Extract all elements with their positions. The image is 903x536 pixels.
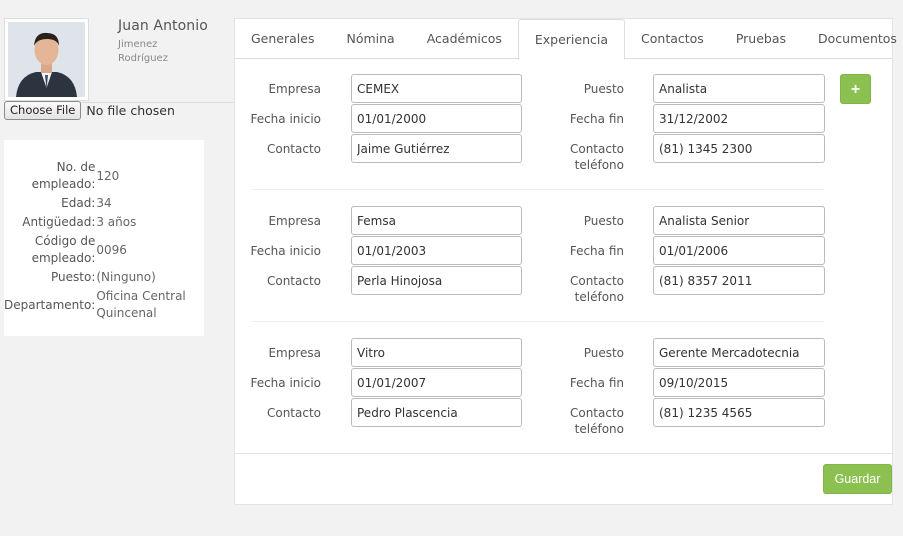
label-empresa: Empresa: [268, 82, 321, 96]
employee-info-table: No. de empleado: 120 Edad: 34 Antigüedad…: [4, 158, 204, 323]
label-puesto: Puesto: [583, 346, 624, 360]
puesto-input[interactable]: [653, 74, 825, 103]
fecha-fin-input[interactable]: [653, 236, 825, 265]
footer-divider: [235, 453, 892, 454]
info-row: No. de empleado: 120: [4, 158, 204, 194]
fecha-inicio-input[interactable]: [351, 236, 522, 265]
empresa-input[interactable]: [351, 74, 522, 103]
employee-info-card: No. de empleado: 120 Edad: 34 Antigüedad…: [4, 140, 204, 336]
info-row: Puesto: (Ninguno): [4, 268, 204, 287]
info-value: 34: [96, 196, 112, 210]
contacto-input[interactable]: [351, 134, 522, 163]
telefono-input[interactable]: [653, 266, 825, 295]
info-row: Antigüedad: 3 años: [4, 213, 204, 232]
label-contacto-telefono-line2: teléfono: [574, 422, 624, 436]
label-contacto: Contacto: [266, 142, 321, 156]
tab-academicos[interactable]: Académicos: [411, 19, 518, 59]
label-contacto-telefono-line2: teléfono: [574, 158, 624, 172]
tab-pruebas[interactable]: Pruebas: [720, 19, 802, 59]
label-contacto-telefono: Contacto teléfono: [535, 141, 624, 173]
info-value: 0096: [96, 242, 127, 257]
info-label: Puesto:: [51, 270, 96, 284]
info-label: Antigüedad:: [22, 215, 96, 229]
info-value: 3 años: [96, 215, 137, 229]
profile-surname-2: Rodríguez: [118, 53, 168, 64]
fecha-inicio-input[interactable]: [351, 368, 522, 397]
profile-name: Juan Antonio: [118, 18, 208, 34]
add-experience-button[interactable]: +: [840, 74, 871, 104]
entry-divider: [252, 189, 824, 190]
info-row: Edad: 34: [4, 194, 204, 213]
profile-name-block: Juan Antonio Jimenez Rodríguez: [118, 18, 208, 66]
tab-bar: Generales Nómina Académicos Experiencia …: [235, 19, 897, 60]
label-puesto: Puesto: [583, 214, 624, 228]
info-label: Código de empleado:: [31, 234, 96, 265]
label-fecha-fin: Fecha fin: [569, 112, 624, 126]
tab-generales[interactable]: Generales: [235, 19, 330, 59]
tab-nomina[interactable]: Nómina: [330, 19, 410, 59]
entry-divider: [252, 321, 824, 322]
label-fecha-fin: Fecha fin: [569, 244, 624, 258]
contacto-input[interactable]: [351, 266, 522, 295]
contacto-input[interactable]: [351, 398, 522, 427]
label-fecha-inicio: Fecha inicio: [250, 376, 321, 390]
fecha-fin-input[interactable]: [653, 104, 825, 133]
puesto-input[interactable]: [653, 206, 825, 235]
info-label: No. de empleado:: [31, 160, 96, 191]
label-contacto-telefono-line1: Contacto: [569, 274, 624, 288]
label-contacto-telefono: Contacto teléfono: [535, 273, 624, 305]
label-contacto-telefono-line1: Contacto: [569, 142, 624, 156]
info-value: Oficina Central Quincenal: [96, 289, 186, 320]
telefono-input[interactable]: [653, 398, 825, 427]
tab-experiencia[interactable]: Experiencia: [517, 19, 626, 60]
label-contacto: Contacto: [266, 406, 321, 420]
label-puesto: Puesto: [583, 82, 624, 96]
empresa-input[interactable]: [351, 206, 522, 235]
experience-panel: Generales Nómina Académicos Experiencia …: [234, 18, 897, 505]
puesto-input[interactable]: [653, 338, 825, 367]
info-row: Código de empleado: 0096: [4, 232, 204, 268]
file-upload: Choose File No file chosen: [4, 101, 175, 120]
info-label: Departamento:: [4, 297, 96, 312]
save-button[interactable]: Guardar: [823, 464, 892, 494]
fecha-inicio-input[interactable]: [351, 104, 522, 133]
profile-surname-1: Jimenez: [118, 39, 158, 50]
telefono-input[interactable]: [653, 134, 825, 163]
tab-documentos[interactable]: Documentos: [802, 19, 903, 59]
empresa-input[interactable]: [351, 338, 522, 367]
plus-icon: +: [850, 81, 861, 98]
label-contacto-telefono-line2: teléfono: [574, 290, 624, 304]
label-fecha-inicio: Fecha inicio: [250, 244, 321, 258]
label-fecha-fin: Fecha fin: [569, 376, 624, 390]
person-photo-icon: [8, 22, 85, 97]
info-row: Departamento: Oficina Central Quincenal: [4, 287, 204, 323]
fecha-fin-input[interactable]: [653, 368, 825, 397]
file-status: No file chosen: [86, 103, 175, 118]
info-value: 120: [96, 168, 120, 183]
info-label: Edad:: [61, 196, 96, 210]
info-value: (Ninguno): [96, 270, 156, 284]
label-contacto: Contacto: [266, 274, 321, 288]
profile-photo: [4, 18, 89, 101]
label-empresa: Empresa: [268, 214, 321, 228]
choose-file-button[interactable]: Choose File: [4, 101, 82, 120]
label-fecha-inicio: Fecha inicio: [250, 112, 321, 126]
label-empresa: Empresa: [268, 346, 321, 360]
label-contacto-telefono-line1: Contacto: [569, 406, 624, 420]
tab-contactos[interactable]: Contactos: [625, 19, 720, 59]
label-contacto-telefono: Contacto teléfono: [535, 405, 624, 437]
